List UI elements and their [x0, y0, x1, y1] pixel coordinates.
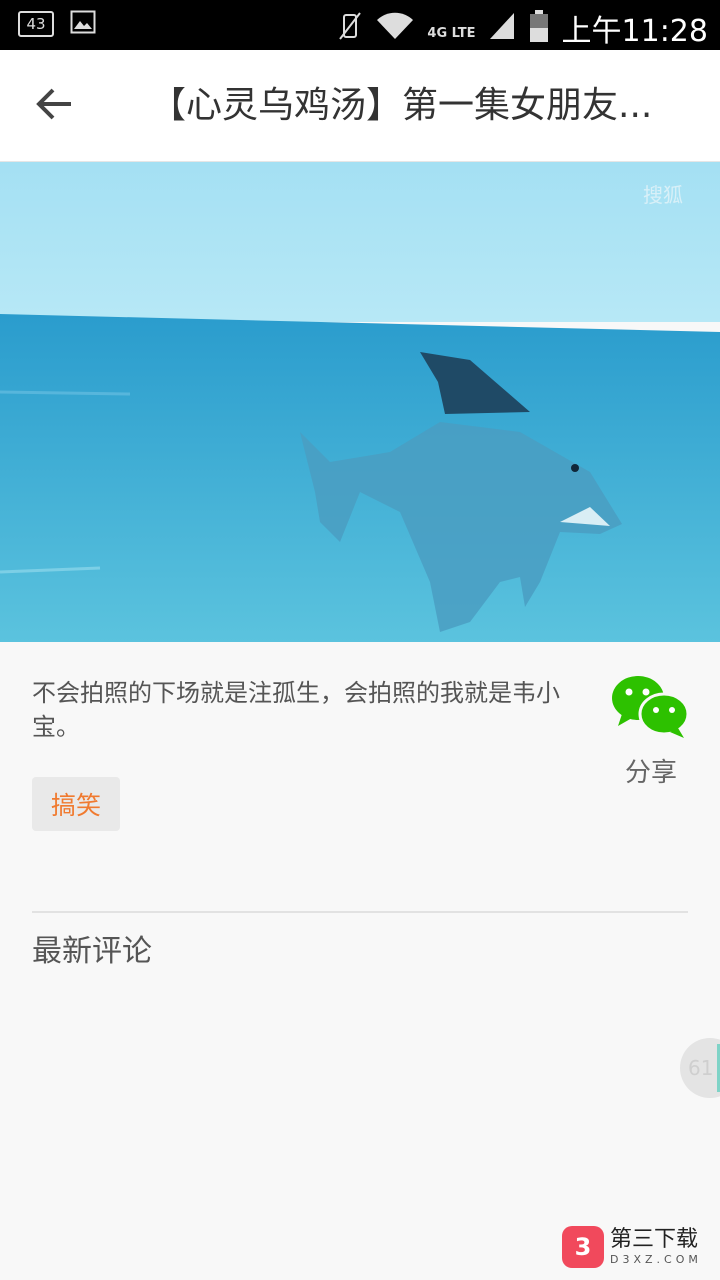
video-player[interactable]: 搜狐: [0, 162, 720, 642]
wechat-icon: [608, 676, 694, 744]
status-bar-right: 4G LTE 上午11:28: [337, 6, 708, 50]
site-domain: D3XZ.COM: [610, 1253, 702, 1266]
category-tag[interactable]: 搞笑: [32, 777, 120, 831]
arrow-left-icon: [35, 84, 75, 128]
share-button[interactable]: 分享: [608, 670, 694, 790]
back-button[interactable]: [22, 78, 88, 134]
video-frame: 搜狐: [0, 162, 720, 642]
signal-icon: [488, 11, 516, 45]
network-type-label: 4G LTE: [427, 25, 476, 41]
app-bar: 【心灵乌鸡汤】第一集女朋友...: [0, 50, 720, 162]
site-watermark-text: 第三下载 D3XZ.COM: [610, 1227, 702, 1266]
vibrate-off-icon: [337, 10, 363, 46]
site-watermark: 3 第三下载 D3XZ.COM: [562, 1222, 712, 1272]
comments-section-title: 最新评论: [32, 934, 152, 969]
battery-icon: [528, 9, 550, 47]
divider: [32, 911, 688, 913]
status-bar-left: 43: [18, 10, 96, 38]
share-label: 分享: [624, 758, 677, 788]
video-watermark: 搜狐: [643, 183, 683, 207]
floating-badge[interactable]: 61: [680, 1038, 720, 1098]
post-description: 不会拍照的下场就是注孤生，会拍照的我就是韦小宝。: [32, 679, 560, 741]
image-icon: [70, 10, 96, 38]
wifi-icon: [375, 11, 415, 45]
status-bar: 43 4G LTE 上午11:28: [0, 0, 720, 50]
site-logo: 3: [562, 1226, 604, 1268]
notification-count-badge: 43: [18, 11, 54, 37]
status-clock: 上午11:28: [561, 14, 708, 49]
page-title: 【心灵乌鸡汤】第一集女朋友...: [150, 85, 653, 126]
site-name: 第三下载: [610, 1227, 699, 1252]
